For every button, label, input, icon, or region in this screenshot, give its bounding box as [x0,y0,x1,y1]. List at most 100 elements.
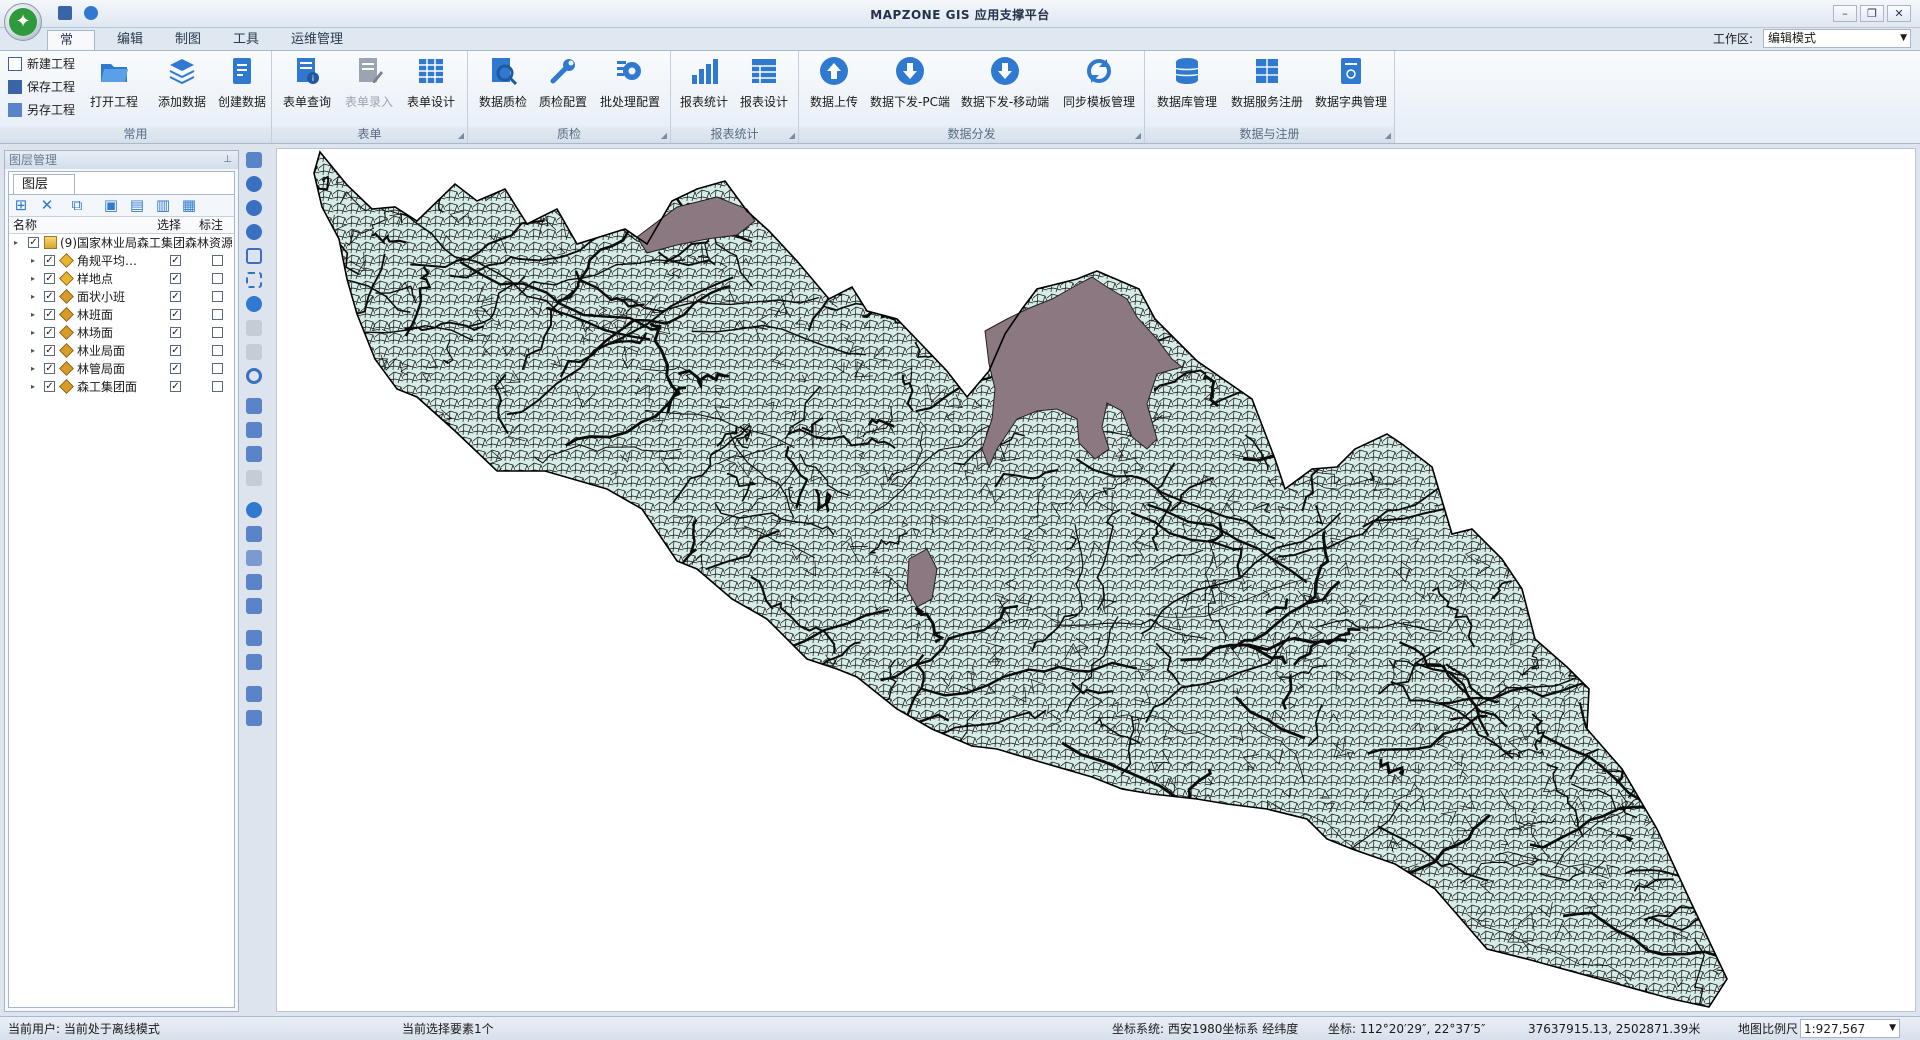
data-dictionary-button[interactable]: 数据字典管理 [1311,55,1391,123]
map-scale-select[interactable]: 1:927,567 ▼ [1800,1019,1900,1038]
expand-arrow-icon[interactable]: ▸ [31,306,35,324]
visibility-checkbox[interactable]: ✓ [44,381,55,392]
dialog-launcher-icon[interactable]: ◢ [458,131,464,140]
select-feature-icon[interactable] [246,398,262,414]
select-checkbox[interactable]: ✓ [170,363,181,374]
attribute-table-icon[interactable] [246,526,262,542]
forest-region-map[interactable] [277,149,1916,1012]
pan-hand-icon[interactable] [246,152,262,168]
back-arrow-icon[interactable] [246,320,262,336]
label-checkbox[interactable] [212,291,223,302]
layer-row[interactable]: ▸ ✓ 样地点 ✓ [9,270,234,288]
map-canvas[interactable] [276,148,1916,1012]
expand-arrow-icon[interactable]: ▸ [31,324,35,342]
full-extent-icon[interactable] [246,248,262,264]
add-layer-icon[interactable]: ⊞ [13,198,29,214]
data-download-mobile-button[interactable]: 数据下发-移动端 [957,55,1053,123]
layer-properties-icon[interactable]: ⧉ [69,198,85,214]
forward-arrow-icon[interactable] [246,344,262,360]
expand-arrow-icon[interactable]: ▸ [31,342,35,360]
create-data-button[interactable]: 创建数据 [214,55,270,123]
label-checkbox[interactable] [212,345,223,356]
zoom-in-icon[interactable] [246,176,262,192]
move-layer-down-icon[interactable]: ▥ [155,198,171,214]
workspace-select[interactable]: 编辑模式 ▼ [1763,29,1911,48]
pin-icon[interactable]: ⊥ [223,151,232,169]
tab-edit[interactable]: 编辑 [105,30,155,51]
data-download-pc-button[interactable]: 数据下发-PC端 [867,55,953,123]
save-project-button[interactable]: 保存工程 [8,77,75,97]
select-checkbox[interactable]: ✓ [170,273,181,284]
select-checkbox[interactable]: ✓ [170,255,181,266]
minimize-button[interactable]: – [1833,5,1857,22]
measure-area-icon[interactable] [246,654,262,670]
tab-tools[interactable]: 工具 [221,30,271,51]
remove-layer-icon[interactable]: ✕ [39,198,55,214]
report-design-button[interactable]: 报表设计 [735,55,793,123]
measure-distance-icon[interactable] [246,630,262,646]
eraser-icon[interactable] [246,550,262,566]
form-query-button[interactable]: i 表单查询 [278,55,336,123]
expand-arrow-icon[interactable]: ▸ [31,288,35,306]
restore-button[interactable]: ❐ [1860,5,1884,22]
visibility-checkbox[interactable]: ✓ [44,255,55,266]
identify-info-icon[interactable] [246,502,262,518]
select-checkbox[interactable]: ✓ [170,291,181,302]
visibility-checkbox[interactable]: ✓ [44,291,55,302]
zoom-out-fixed-icon[interactable] [246,224,262,240]
layer-row[interactable]: ▸ ✓ 森工集团面 ✓ [9,378,234,396]
data-qc-button[interactable]: 数据质检 [474,55,532,123]
layer-row[interactable]: ▸ ✓ 林管局面 ✓ [9,360,234,378]
form-design-button[interactable]: 表单设计 [402,55,460,123]
move-layer-bottom-icon[interactable]: ▦ [181,198,197,214]
expand-arrow-icon[interactable]: ▸ [14,234,18,252]
visibility-checkbox[interactable]: ✓ [44,309,55,320]
visibility-checkbox[interactable]: ✓ [44,327,55,338]
dialog-launcher-icon[interactable]: ◢ [1385,131,1391,140]
node-edit-icon[interactable] [246,574,262,590]
label-checkbox[interactable] [212,363,223,374]
label-checkbox[interactable] [212,381,223,392]
zoom-in-fixed-icon[interactable] [246,200,262,216]
visibility-checkbox[interactable]: ✓ [44,363,55,374]
label-checkbox[interactable] [212,309,223,320]
select-by-polygon-icon[interactable] [246,422,262,438]
overview-map-icon[interactable] [246,710,262,726]
expand-arrow-icon[interactable]: ▸ [31,270,35,288]
select-checkbox[interactable]: ✓ [170,309,181,320]
dialog-launcher-icon[interactable]: ◢ [1135,131,1141,140]
expand-arrow-icon[interactable]: ▸ [31,360,35,378]
refresh-icon[interactable] [246,368,262,384]
layer-row[interactable]: ▸ ✓ 角规平均… ✓ [9,252,234,270]
label-checkbox[interactable] [212,273,223,284]
clear-selection-icon[interactable] [246,446,262,462]
data-service-register-button[interactable]: 数据服务注册 [1227,55,1307,123]
move-layer-top-icon[interactable]: ▣ [103,198,119,214]
tab-ops-management[interactable]: 运维管理 [279,30,355,51]
expand-arrow-icon[interactable]: ▸ [31,378,35,396]
database-management-button[interactable]: 数据库管理 [1151,55,1223,123]
sync-template-button[interactable]: 同步模板管理 [1059,55,1139,123]
layer-row[interactable]: ▸ ✓ 面状小班 ✓ [9,288,234,306]
layer-row[interactable]: ▸ ✓ 林场面 ✓ [9,324,234,342]
save-as-project-button[interactable]: 另存工程 [8,100,75,120]
visibility-checkbox[interactable]: ✓ [28,237,39,248]
layer-row[interactable]: ▸ ✓ 林业局面 ✓ [9,342,234,360]
tab-layers[interactable]: 图层 [13,174,75,194]
close-button[interactable]: ✕ [1887,5,1911,22]
form-entry-button[interactable]: 表单录入 [340,55,398,123]
measure-icon[interactable] [246,470,262,486]
app-menu-logo-icon[interactable]: ✦ [4,3,42,41]
grid-icon[interactable] [246,686,262,702]
visibility-checkbox[interactable]: ✓ [44,273,55,284]
visibility-checkbox[interactable]: ✓ [44,345,55,356]
tab-common[interactable]: 常用 [47,30,95,68]
add-data-button[interactable]: 添加数据 [154,55,210,123]
report-stats-button[interactable]: 报表统计 [675,55,733,123]
new-project-button[interactable]: 新建工程 [8,54,75,74]
qc-config-button[interactable]: 质检配置 [534,55,592,123]
label-checkbox[interactable] [212,255,223,266]
label-checkbox[interactable] [212,327,223,338]
select-checkbox[interactable]: ✓ [170,381,181,392]
dialog-launcher-icon[interactable]: ◢ [661,131,667,140]
